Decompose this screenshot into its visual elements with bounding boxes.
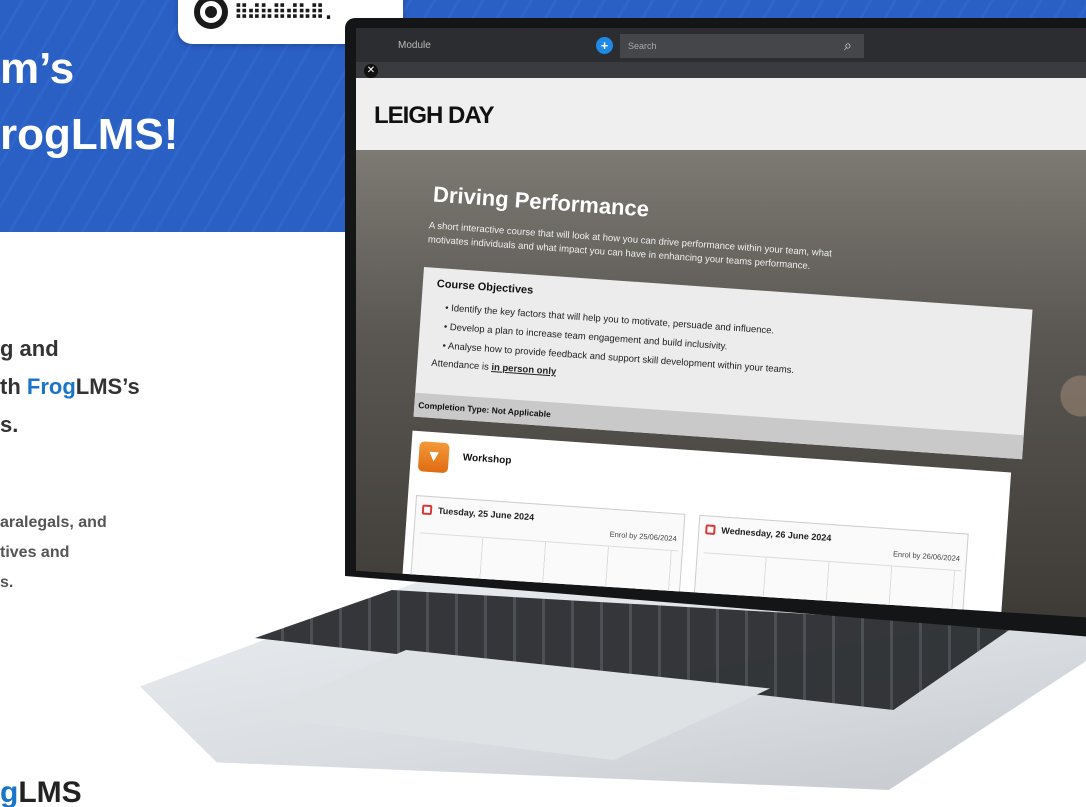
enrol-by-date: Enrol by 26/06/2024 xyxy=(892,549,961,564)
course-hero: Driving Performance A short interactive … xyxy=(356,150,1086,618)
lead-line-2-prefix: th xyxy=(0,374,27,399)
search-input[interactable] xyxy=(620,34,864,58)
supporting-line-2: tives and xyxy=(0,544,70,561)
session-date: Tuesday, 25 June 2024 xyxy=(437,505,535,523)
calendar-icon xyxy=(705,524,716,535)
headline: m’s rogLMS! xyxy=(0,36,178,168)
enrol-by-date: Enrol by 25/06/2024 xyxy=(609,529,677,544)
course-description: A short interactive course that will loo… xyxy=(427,220,833,272)
footer-brand: gLMS xyxy=(0,776,82,807)
qr-finder-icon xyxy=(194,0,228,29)
lead-paragraph: g and th FrogLMS’s s. xyxy=(0,330,140,444)
attendance-prefix: Attendance is xyxy=(430,357,492,373)
presentation-icon: ▼ xyxy=(417,441,450,474)
session-date: Wednesday, 26 June 2024 xyxy=(721,525,832,544)
lead-line-3: s. xyxy=(0,412,19,437)
attendance-value: in person only xyxy=(490,361,557,378)
qr-code-pattern: ⠿⠾⠷⠿⠾⠷⠿. xyxy=(234,0,335,24)
supporting-line-3: s. xyxy=(0,574,14,591)
calendar-icon xyxy=(421,504,433,516)
course-title: Driving Performance xyxy=(432,181,650,222)
brand-lms-text: LMS’s xyxy=(75,374,140,399)
supporting-paragraph: aralegals, and tives and s. xyxy=(0,508,107,598)
objectives-title: Course Objectives xyxy=(436,277,534,297)
lead-line-2: th FrogLMS’s xyxy=(0,368,140,406)
add-icon[interactable]: + xyxy=(596,37,613,54)
laptop-screen: Module + ⌕ ✕ LEIGH DAY Driving Performan… xyxy=(356,28,1086,618)
close-icon[interactable]: ✕ xyxy=(364,64,378,78)
course-objectives-panel: Course Objectives Identify the key facto… xyxy=(413,267,1033,460)
company-logo: LEIGH DAY xyxy=(374,102,494,129)
course-content: Driving Performance A short interactive … xyxy=(356,150,1086,618)
headline-line-1: m’s xyxy=(0,44,75,93)
search-icon[interactable]: ⌕ xyxy=(844,37,852,54)
headline-line-2: rogLMS! xyxy=(0,110,179,159)
supporting-line-1: aralegals, and xyxy=(0,514,107,531)
logo-band: LEIGH DAY xyxy=(356,78,1086,150)
footer-brand-lms: LMS xyxy=(18,776,82,807)
module-label: Module xyxy=(398,39,431,51)
footer-brand-frog: g xyxy=(0,776,19,807)
close-bar xyxy=(356,62,1086,78)
lead-line-1: g and xyxy=(0,336,59,361)
brand-frog-text: Frog xyxy=(26,374,76,399)
workshop-label: Workshop xyxy=(462,452,512,467)
